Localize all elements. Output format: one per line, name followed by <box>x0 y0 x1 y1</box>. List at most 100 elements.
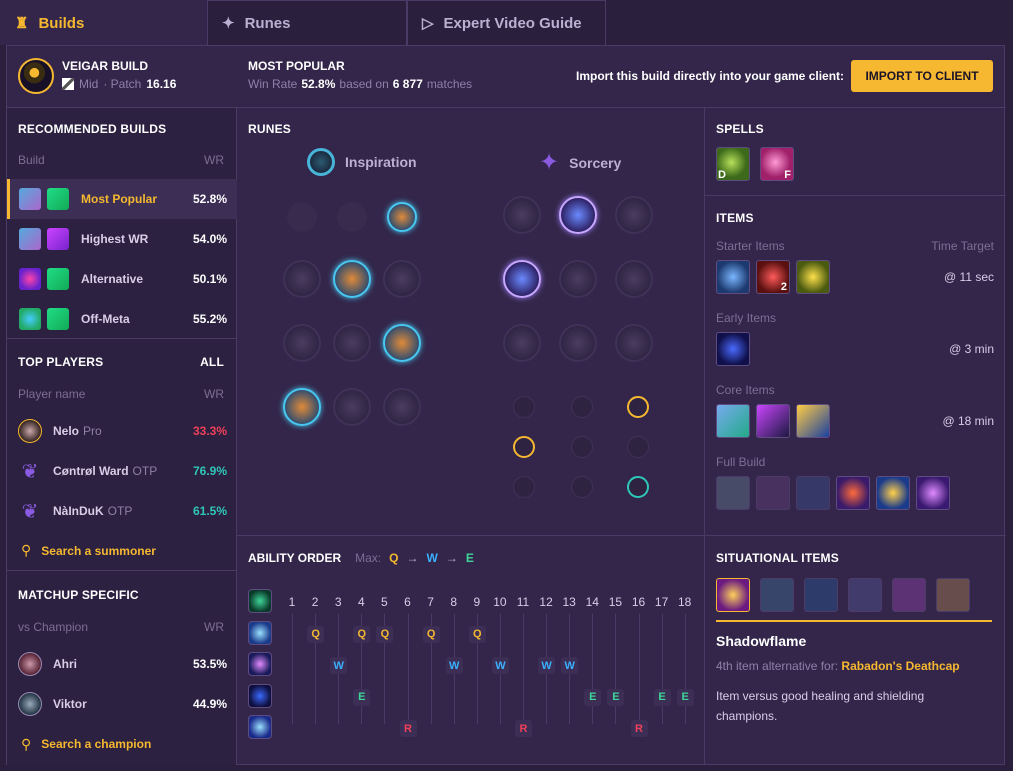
item-core-2[interactable] <box>756 404 790 438</box>
item-full-6[interactable] <box>916 476 950 510</box>
rune-slot[interactable] <box>503 196 541 234</box>
rune-slot[interactable] <box>615 324 653 362</box>
search-icon: ⚲ <box>21 542 32 558</box>
spell-ghost[interactable]: D <box>716 147 750 181</box>
build-row-alternative[interactable]: Alternative 50.1% <box>7 259 237 299</box>
spell-flash[interactable]: F <box>760 147 794 181</box>
stat-shard[interactable] <box>627 476 649 498</box>
role-label: Mid <box>79 77 99 91</box>
full-build-label: Full Build <box>716 455 766 469</box>
skill-point-e: E <box>353 688 371 706</box>
inspiration-icon <box>307 148 335 176</box>
item-full-3[interactable] <box>796 476 830 510</box>
stat-shard[interactable] <box>571 476 593 498</box>
import-to-client-button[interactable]: IMPORT TO CLIENT <box>851 60 993 92</box>
winrate-label: Win Rate <box>248 77 298 91</box>
rune-slot[interactable] <box>383 324 421 362</box>
rune-icon <box>47 268 69 290</box>
item-lost-chapter[interactable] <box>716 332 750 366</box>
situational-item-4[interactable] <box>848 578 882 612</box>
rune-slot[interactable] <box>283 260 321 298</box>
r-ability-icon <box>248 715 272 739</box>
skill-point-r: R <box>515 720 532 737</box>
rune-slot[interactable] <box>333 324 371 362</box>
situational-item-name: Shadowflame <box>716 633 807 649</box>
player-name: Nelo <box>53 424 80 438</box>
item-shadowflame[interactable] <box>716 578 750 612</box>
rune-slot[interactable] <box>559 196 597 234</box>
rune-slot[interactable] <box>333 388 371 426</box>
rune-keystone[interactable] <box>337 202 367 232</box>
rune-slot[interactable] <box>283 324 321 362</box>
situational-item-3[interactable] <box>804 578 838 612</box>
build-row-most-popular[interactable]: Most Popular 52.8% <box>7 179 237 219</box>
rune-slot[interactable] <box>503 260 541 298</box>
level-guide-line <box>615 614 617 724</box>
rune-icon <box>47 228 69 250</box>
situational-item-5[interactable] <box>892 578 926 612</box>
level-number: 17 <box>654 595 669 609</box>
tab-builds[interactable]: ♜ Builds <box>0 0 207 45</box>
top-players-title: TOP PLAYERS <box>18 355 104 369</box>
rune-slot[interactable] <box>283 388 321 426</box>
stat-shard[interactable] <box>627 436 649 458</box>
search-champion-link[interactable]: ⚲ Search a champion <box>7 724 237 764</box>
stat-shard[interactable] <box>571 396 593 418</box>
tab-runes[interactable]: ✦ Runes <box>207 0 407 45</box>
stat-shard[interactable] <box>513 436 535 458</box>
item-full-2[interactable] <box>756 476 790 510</box>
item-health-potion[interactable]: 2 <box>756 260 790 294</box>
situational-item-2[interactable] <box>760 578 794 612</box>
build-row-highest-wr[interactable]: Highest WR 54.0% <box>7 219 237 259</box>
build-label: Off-Meta <box>81 311 130 326</box>
situational-item-6[interactable] <box>936 578 970 612</box>
level-number: 4 <box>357 595 365 609</box>
top-players-all-link[interactable]: ALL <box>200 355 224 369</box>
item-full-5[interactable] <box>876 476 910 510</box>
build-label: Alternative <box>81 272 144 286</box>
rune-slot[interactable] <box>615 260 653 298</box>
player-row[interactable]: ❦ NàInDuK OTP 61.5% <box>7 491 237 531</box>
level-number: 12 <box>539 595 553 609</box>
build-row-off-meta[interactable]: Off-Meta 55.2% <box>7 299 237 339</box>
player-row[interactable]: ❦ Cøntrøl Ward OTP 76.9% <box>7 451 237 491</box>
player-tag: OTP <box>132 464 158 478</box>
stat-shard[interactable] <box>513 476 535 498</box>
rune-slot[interactable] <box>383 260 421 298</box>
item-ward-trinket[interactable] <box>796 260 830 294</box>
max-label: Max: <box>355 551 382 565</box>
matchup-row[interactable]: Viktor 44.9% <box>7 684 237 724</box>
skill-point-r: R <box>630 720 648 737</box>
patch-value: 16.16 <box>146 77 177 91</box>
alt-prefix: 4th item alternative for: <box>716 659 839 673</box>
top-tabs: ♜ Builds ✦ Runes ▷ Expert Video Guide <box>0 0 606 45</box>
rune-keystone[interactable] <box>287 202 317 232</box>
player-row[interactable]: Nelo Pro 33.3% <box>7 411 237 451</box>
stat-shard[interactable] <box>571 436 593 458</box>
item-full-1[interactable] <box>716 476 750 510</box>
tab-video-guide[interactable]: ▷ Expert Video Guide <box>407 0 606 45</box>
search-summoner-link[interactable]: ⚲ Search a summoner <box>7 531 237 571</box>
stat-shard[interactable] <box>513 396 535 418</box>
item-core-1[interactable] <box>716 404 750 438</box>
stat-shard[interactable] <box>627 396 649 418</box>
rune-slot[interactable] <box>383 388 421 426</box>
build-label: Most Popular <box>81 192 158 206</box>
matchup-row[interactable]: Ahri 53.5% <box>7 644 237 684</box>
rune-slot[interactable] <box>559 324 597 362</box>
build-wr: 54.0% <box>192 232 227 246</box>
item-dark-seal[interactable] <box>716 260 750 294</box>
search-summoner-label: Search a summoner <box>41 543 156 558</box>
level-number: 13 <box>562 595 576 609</box>
build-wr: 52.8% <box>192 192 227 206</box>
rune-slot[interactable] <box>333 260 371 298</box>
item-rabadons[interactable] <box>836 476 870 510</box>
rune-slot[interactable] <box>615 196 653 234</box>
item-core-3[interactable] <box>796 404 830 438</box>
build-panel: VEIGAR BUILD Mid · Patch 16.16 MOST POPU… <box>6 45 1006 765</box>
rune-slot[interactable] <box>503 324 541 362</box>
spell-key: D <box>718 169 726 181</box>
passive-icon <box>248 589 272 613</box>
rune-slot[interactable] <box>559 260 597 298</box>
rune-keystone[interactable] <box>387 202 417 232</box>
